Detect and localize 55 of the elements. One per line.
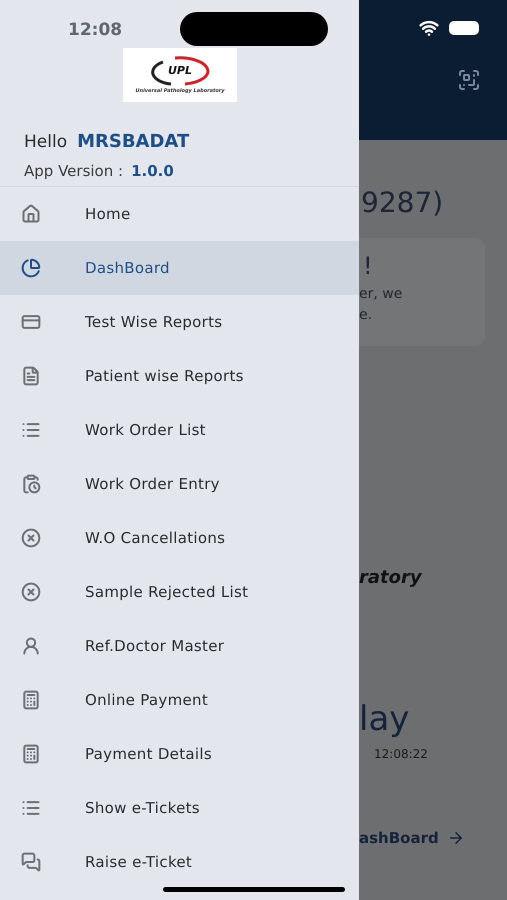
menu-item[interactable]: Test Wise Reports: [0, 295, 359, 349]
person-icon: [21, 636, 41, 656]
document-icon: [21, 366, 41, 386]
logo-mark: UPL: [168, 63, 192, 79]
greeting-label: Hello: [24, 131, 68, 154]
user-name: MRSBADAT: [77, 130, 190, 154]
status-time: 12:08: [68, 19, 122, 42]
menu-item-label: Patient wise Reports: [85, 366, 244, 387]
menu-item[interactable]: DashBoard: [0, 241, 359, 295]
menu-item[interactable]: Online Payment: [0, 673, 359, 727]
cancel-icon: [21, 582, 41, 602]
menu-item-label: DashBoard: [85, 258, 170, 279]
calculator-icon: [21, 690, 41, 710]
menu-item[interactable]: Raise e-Ticket: [0, 835, 359, 889]
menu-item-label: Work Order Entry: [85, 474, 220, 495]
menu-item[interactable]: Sample Rejected List: [0, 565, 359, 619]
pie-chart-icon: [21, 258, 41, 278]
date-text: lay: [359, 699, 410, 739]
calculator-icon: [21, 744, 41, 764]
menu-item[interactable]: W.O Cancellations: [0, 511, 359, 565]
menu-item[interactable]: Home: [0, 187, 359, 241]
menu-item-label: Show e-Tickets: [85, 798, 200, 819]
list-icon: [21, 798, 41, 818]
chat-icon: [21, 852, 41, 872]
menu-item-label: Raise e-Ticket: [85, 852, 192, 873]
list-icon: [21, 420, 41, 440]
cancel-icon: [21, 528, 41, 548]
menu-item-label: Ref.Doctor Master: [85, 636, 224, 657]
menu-item-label: Payment Details: [85, 744, 212, 765]
card-icon: [21, 312, 41, 332]
menu-item[interactable]: Ref.Doctor Master: [0, 619, 359, 673]
menu-item[interactable]: Work Order Entry: [0, 457, 359, 511]
menu-item[interactable]: Patient wise Reports: [0, 349, 359, 403]
menu-item[interactable]: Payment Details: [0, 727, 359, 781]
card-text: e.: [359, 306, 374, 325]
menu-item-label: Test Wise Reports: [85, 312, 222, 333]
menu-item-label: Online Payment: [85, 690, 208, 711]
menu-item[interactable]: Show e-Tickets: [0, 781, 359, 835]
card-title: !: [363, 251, 374, 282]
clipboard-clock-icon: [21, 474, 41, 494]
menu-item-label: Home: [85, 204, 130, 225]
time-text: 12:08:22: [374, 746, 429, 763]
page-heading: 9287): [361, 185, 444, 221]
menu-item-label: Sample Rejected List: [85, 582, 248, 603]
menu-item[interactable]: Work Order List: [0, 403, 359, 457]
card-text: er, we: [359, 285, 404, 304]
home-icon: [21, 204, 41, 224]
wifi-icon: [419, 18, 439, 38]
scan-icon: [457, 68, 481, 92]
menu-item-label: Work Order List: [85, 420, 206, 441]
version-value: 1.0.0: [131, 160, 174, 182]
version-label: App Version :: [24, 160, 124, 182]
banner-text: ratory: [359, 566, 424, 590]
menu-item-label: W.O Cancellations: [85, 528, 226, 549]
battery-icon: [449, 21, 479, 35]
